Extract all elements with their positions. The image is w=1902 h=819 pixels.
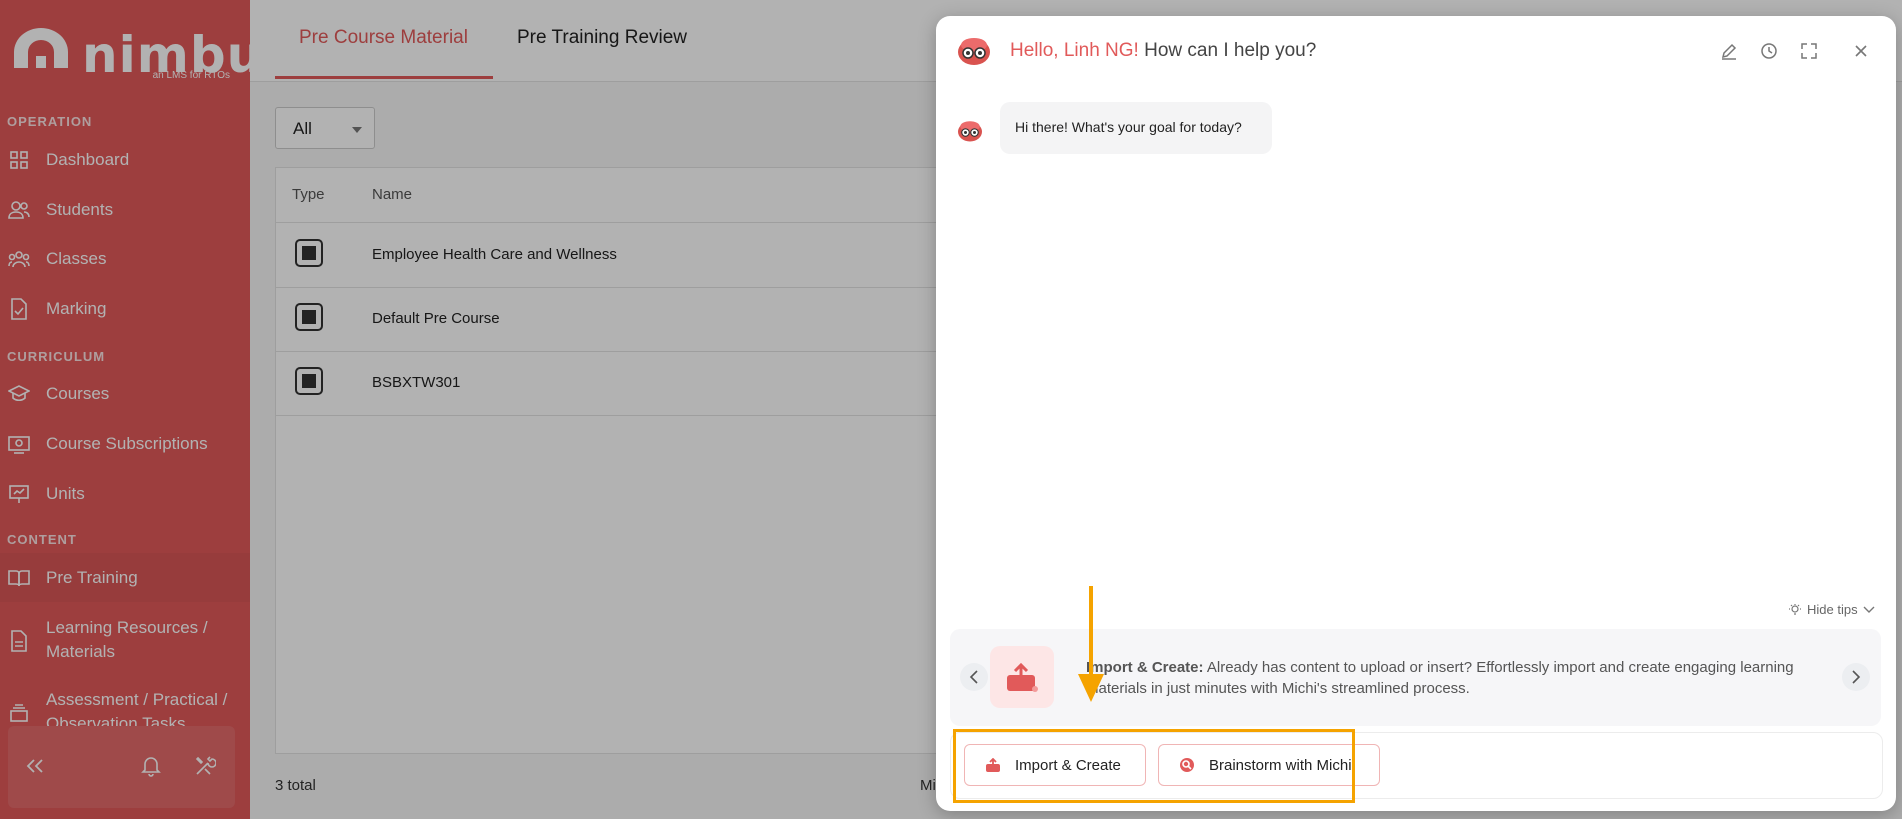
annotation-arrow-icon <box>1078 586 1104 702</box>
bot-message-bubble: Hi there! What's your goal for today? <box>1000 102 1272 154</box>
tip-description: Import & Create: Already has content to … <box>1086 657 1806 699</box>
michi-avatar <box>958 38 990 65</box>
upload-box-icon <box>1007 662 1038 692</box>
annotation-highlight-box <box>953 729 1355 803</box>
expand-icon[interactable] <box>1798 40 1820 62</box>
import-tip-icon <box>990 646 1054 708</box>
next-tip-button[interactable] <box>1842 663 1870 691</box>
lightbulb-icon <box>1789 603 1801 615</box>
hide-tips-toggle[interactable]: Hide tips <box>1788 602 1875 617</box>
history-icon[interactable] <box>1758 40 1780 62</box>
chevron-down-icon <box>1863 606 1875 613</box>
close-icon[interactable] <box>1850 40 1872 62</box>
chevron-right-icon <box>1852 670 1861 684</box>
greeting-question: How can I help you? <box>1138 40 1317 61</box>
greeting-name: Hello, Linh NG! <box>1010 40 1139 61</box>
edit-icon[interactable] <box>1718 40 1740 62</box>
hide-tips-label: Hide tips <box>1807 602 1858 617</box>
michi-message-avatar <box>958 121 982 142</box>
previous-tip-button[interactable] <box>960 663 988 691</box>
greeting-heading: Hello, Linh NG! How can I help you? <box>1010 40 1316 62</box>
chevron-left-icon <box>969 670 978 684</box>
